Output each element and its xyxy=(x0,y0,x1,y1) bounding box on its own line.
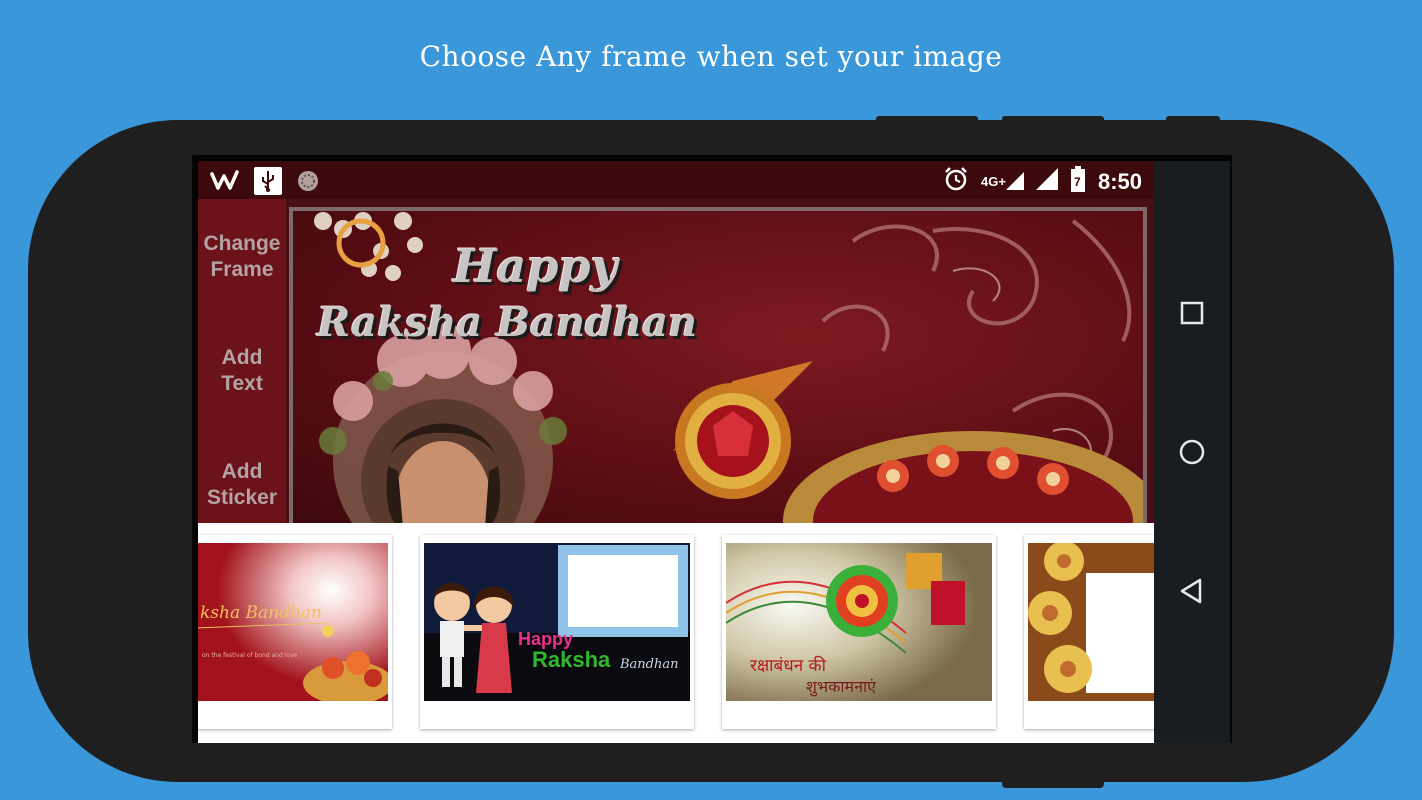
frame-card-1[interactable]: on the festival of bond and love ksha Ba… xyxy=(198,535,392,729)
android-nav-bar xyxy=(1154,161,1230,743)
frame-card-3[interactable]: रक्षाबंधन की शुभकामनाएं xyxy=(722,535,996,729)
home-circle-icon[interactable] xyxy=(1178,438,1206,466)
status-bar: 4G+ 7 8:50 xyxy=(198,161,1154,199)
frame-thumbnail-2-bandhan: Bandhan xyxy=(620,657,679,672)
app-window: 4G+ 7 8:50 Change Frame Add Text Add Sti… xyxy=(198,161,1154,743)
frame-thumbnail-3-line2: शुभकामनाएं xyxy=(806,677,877,696)
preview-title-line1: Happy xyxy=(453,239,618,293)
recents-square-icon[interactable] xyxy=(1178,299,1206,327)
frame-thumbnail-1: on the festival of bond and love ksha Ba… xyxy=(198,543,388,701)
battery-level-label: 7 xyxy=(1073,175,1081,189)
usb-icon xyxy=(254,167,282,200)
sync-icon xyxy=(296,169,320,198)
network-type-label: 4G+ xyxy=(981,174,1006,189)
add-sticker-button[interactable]: Add Sticker xyxy=(198,459,286,511)
headline: Choose Any frame when set your image xyxy=(419,40,1003,73)
frame-thumbnail-1-caption: ksha Bandhan xyxy=(200,603,323,623)
change-frame-button[interactable]: Change Frame xyxy=(198,231,286,283)
clock: 8:50 xyxy=(1097,168,1142,194)
frame-editor: Change Frame Add Text Add Sticker Happy … xyxy=(198,199,1154,523)
frame-preview-canvas[interactable]: Happy Raksha Bandhan xyxy=(289,207,1147,523)
phone-screen: 4G+ 7 8:50 Change Frame Add Text Add Sti… xyxy=(192,155,1232,743)
frame-card-4[interactable] xyxy=(1024,535,1154,729)
frame-thumbnail-4 xyxy=(1028,543,1154,701)
svg-text:on the festival of bond and lo: on the festival of bond and love xyxy=(202,652,298,659)
battery-icon: 7 xyxy=(1070,166,1086,197)
signal-icon xyxy=(1035,168,1058,195)
signal-4g-icon xyxy=(1005,168,1024,195)
frame-thumbnail-strip: on the festival of bond and love ksha Ba… xyxy=(198,523,1154,743)
frame-thumbnail-2-raksha: Raksha xyxy=(532,647,611,672)
frame-thumbnail-2: Happy Raksha Bandhan xyxy=(424,543,690,701)
frame-artwork xyxy=(314,212,1143,523)
wish-icon xyxy=(210,170,240,197)
phone-bottom-button xyxy=(1002,776,1104,788)
back-triangle-icon[interactable] xyxy=(1178,577,1206,605)
frame-card-2[interactable]: Happy Raksha Bandhan xyxy=(420,535,694,729)
alarm-icon xyxy=(943,166,969,197)
preview-title-line2: Raksha Bandhan xyxy=(317,299,698,346)
frame-thumbnail-3: रक्षाबंधन की शुभकामनाएं xyxy=(726,543,992,701)
tool-sidebar: Change Frame Add Text Add Sticker xyxy=(198,199,286,523)
add-text-button[interactable]: Add Text xyxy=(198,345,286,397)
frame-thumbnail-3-line1: रक्षाबंधन की xyxy=(750,656,827,676)
